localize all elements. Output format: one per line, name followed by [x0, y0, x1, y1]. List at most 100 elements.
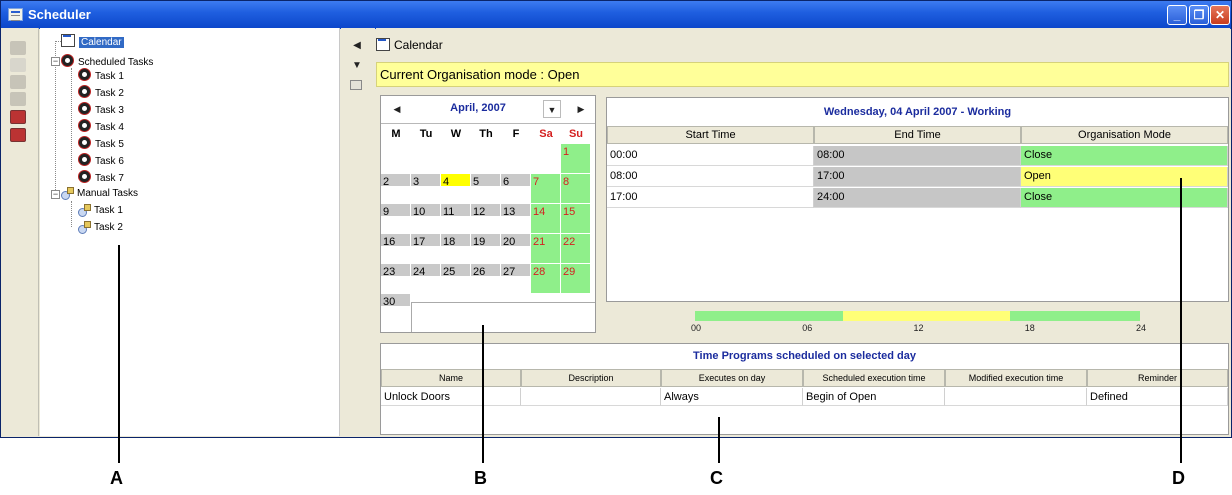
calendar-day[interactable]: 4 [441, 174, 471, 204]
calendar-day[interactable]: 24 [411, 264, 441, 294]
new-folder-icon[interactable] [10, 41, 26, 55]
tree-item-scheduled-tasks[interactable]: Scheduled Tasks [61, 54, 153, 68]
callout-line-d [1180, 178, 1182, 463]
cell-name[interactable]: Unlock Doors [381, 388, 521, 406]
minimize-button[interactable]: _ [1167, 5, 1187, 25]
calendar-day[interactable]: 1 [561, 144, 591, 174]
column-header-executes-on-day[interactable]: Executes on day [661, 369, 803, 387]
cell-organisation-mode[interactable]: Close [1021, 188, 1228, 208]
cell-start-time[interactable]: 17:00 [607, 188, 814, 208]
timeline-hour-label: 18 [1024, 323, 1035, 333]
tree-item-task[interactable]: Task 7 [78, 170, 124, 184]
calendar-day[interactable]: 26 [471, 264, 501, 294]
calendar-day[interactable]: 10 [411, 204, 441, 234]
calendar-day[interactable]: 27 [501, 264, 531, 294]
calendar-day[interactable]: 11 [441, 204, 471, 234]
calendar-day[interactable]: 6 [501, 174, 531, 204]
add-scheduled-task-icon[interactable] [10, 110, 26, 124]
calendar-day[interactable]: 15 [561, 204, 591, 234]
column-header-organisation-mode[interactable]: Organisation Mode [1021, 126, 1228, 144]
copy-icon[interactable] [10, 58, 26, 72]
close-button[interactable]: ✕ [1210, 5, 1230, 25]
tree-item-task[interactable]: Task 3 [78, 102, 124, 116]
column-header-scheduled-execution-time[interactable]: Scheduled execution time [803, 369, 945, 387]
cell-executes-on-day[interactable]: Always [661, 388, 803, 406]
grid-icon[interactable] [350, 80, 362, 90]
tree-item-calendar[interactable]: Calendar [61, 34, 124, 48]
calendar-day[interactable]: 2 [381, 174, 411, 204]
day-schedule-title: Wednesday, 04 April 2007 - Working [823, 106, 1012, 118]
delete-task-icon[interactable] [10, 128, 26, 142]
cell-scheduled-execution-time[interactable]: Begin of Open [803, 388, 945, 406]
calendar-day[interactable]: 23 [381, 264, 411, 294]
calendar-day[interactable]: 22 [561, 234, 591, 264]
calendar-day[interactable]: 8 [561, 174, 591, 204]
callout-a: A [110, 468, 123, 488]
calendar-day[interactable]: 12 [471, 204, 501, 234]
calendar-day[interactable]: 28 [531, 264, 561, 294]
column-header-end-time[interactable]: End Time [814, 126, 1021, 144]
column-header-start-time[interactable]: Start Time [607, 126, 814, 144]
cell-description[interactable] [521, 388, 661, 406]
timeline-hour-label: 00 [691, 323, 702, 333]
calendar-day[interactable]: 16 [381, 234, 411, 264]
cell-end-time[interactable]: 24:00 [814, 188, 1021, 208]
cell-organisation-mode[interactable]: Close [1021, 146, 1228, 166]
column-header-name[interactable]: Name [381, 369, 521, 387]
cell-modified-execution-time[interactable] [945, 388, 1087, 406]
time-programs-table: Time Programs scheduled on selected day … [380, 343, 1229, 435]
calendar-day[interactable]: 18 [441, 234, 471, 264]
column-header-description[interactable]: Description [521, 369, 661, 387]
cell-start-time[interactable]: 00:00 [607, 146, 814, 166]
collapse-left-icon[interactable]: ◀ [351, 40, 363, 51]
calendar-day[interactable]: 25 [441, 264, 471, 294]
tree-item-label: Task 2 [94, 222, 123, 233]
tree-item-label: Task 7 [95, 173, 124, 184]
calendar-day[interactable]: 9 [381, 204, 411, 234]
tree-item-task[interactable]: Task 1 [78, 204, 123, 218]
tree-item-label: Scheduled Tasks [78, 57, 154, 68]
calendar-day[interactable]: 29 [561, 264, 591, 294]
cell-end-time[interactable]: 17:00 [814, 167, 1021, 187]
callout-c: C [710, 468, 723, 488]
cell-end-time[interactable]: 08:00 [814, 146, 1021, 166]
calendar-day[interactable]: 3 [411, 174, 441, 204]
column-header-reminder[interactable]: Reminder [1087, 369, 1228, 387]
calendar-day[interactable]: 14 [531, 204, 561, 234]
edit-icon[interactable] [10, 92, 26, 106]
calendar-day[interactable]: 13 [501, 204, 531, 234]
tree-item-task[interactable]: Task 6 [78, 153, 124, 167]
tree-item-manual-tasks[interactable]: Manual Tasks [61, 187, 138, 201]
weekday-header: Th [479, 128, 493, 140]
calendar-day[interactable]: 30 [381, 294, 411, 324]
calendar-day[interactable]: 7 [531, 174, 561, 204]
tree-item-label: Task 3 [95, 105, 124, 116]
tree-item-task[interactable]: Task 1 [78, 68, 124, 82]
cell-reminder[interactable]: Defined [1087, 388, 1228, 406]
calendar-empty-cell [441, 144, 471, 174]
tree-item-task[interactable]: Task 4 [78, 119, 124, 133]
calendar-day[interactable]: 20 [501, 234, 531, 264]
calendar-day[interactable]: 19 [471, 234, 501, 264]
month-dropdown-button[interactable]: ▼ [543, 100, 561, 118]
tree-item-task[interactable]: Task 5 [78, 136, 124, 150]
tree-item-task[interactable]: Task 2 [78, 221, 123, 235]
cell-organisation-mode[interactable]: Open [1021, 167, 1228, 187]
calendar-day[interactable]: 21 [531, 234, 561, 264]
calendar-day[interactable]: 17 [411, 234, 441, 264]
prev-month-button[interactable]: ◀ [388, 100, 406, 118]
restore-button[interactable]: ❐ [1189, 5, 1209, 25]
collapse-toggle[interactable]: − [51, 57, 60, 66]
folder-icon[interactable] [10, 75, 26, 89]
cell-start-time[interactable]: 08:00 [607, 167, 814, 187]
clock-icon [78, 153, 91, 166]
tree-item-task[interactable]: Task 2 [78, 85, 124, 99]
month-label: April, 2007 [450, 102, 506, 114]
tree-item-label: Task 4 [95, 122, 124, 133]
column-header-modified-execution-time[interactable]: Modified execution time [945, 369, 1087, 387]
callout-d: D [1172, 468, 1185, 488]
collapse-down-icon[interactable]: ▼ [351, 60, 363, 71]
next-month-button[interactable]: ▶ [572, 100, 590, 118]
calendar-day[interactable]: 5 [471, 174, 501, 204]
collapse-toggle[interactable]: − [51, 190, 60, 199]
